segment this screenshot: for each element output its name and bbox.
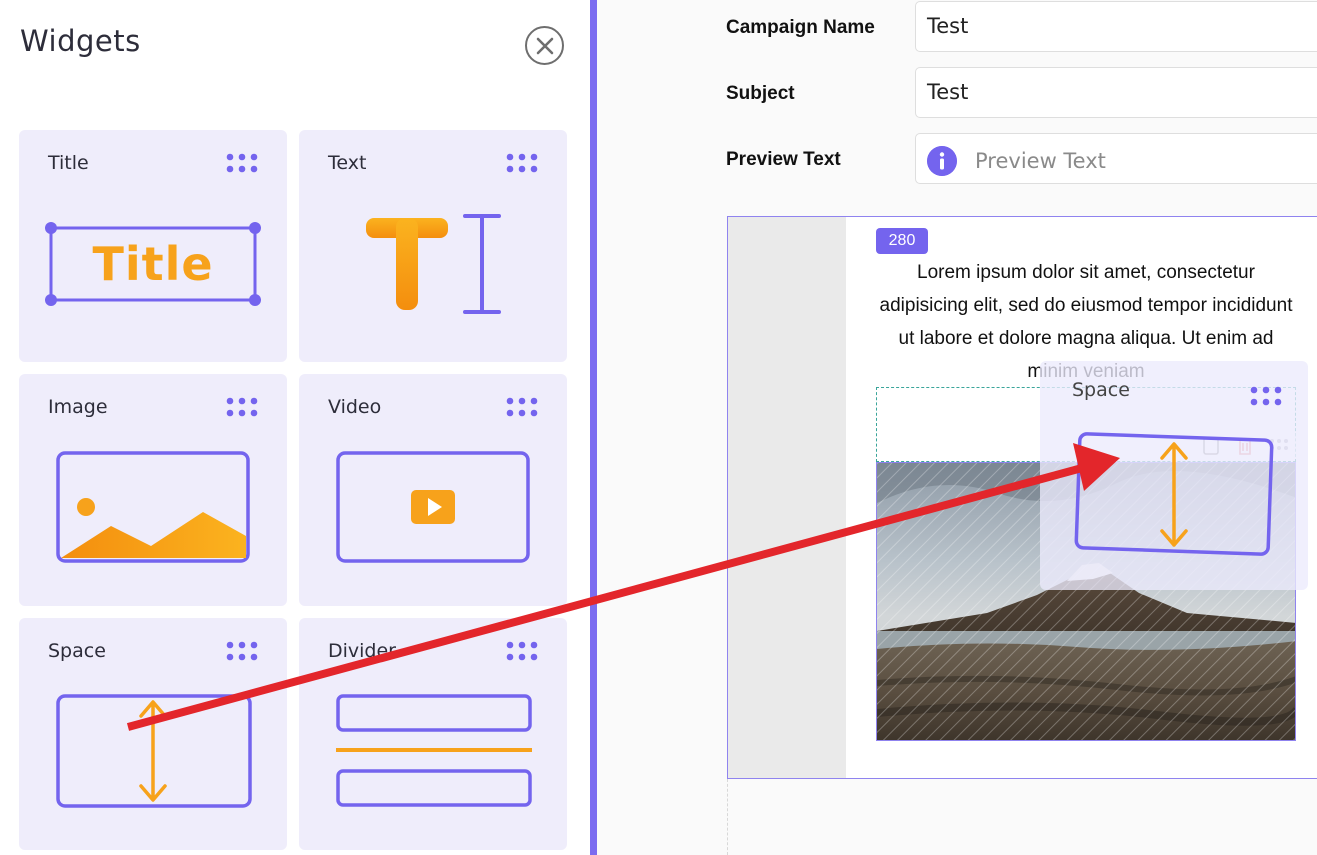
preview-text-label: Preview Text xyxy=(726,149,841,170)
preview-text-placeholder: Preview Text xyxy=(975,149,1106,173)
email-builder: Widgets Title Title Text Image Video Spa… xyxy=(0,0,1317,855)
widgets-panel: Widgets Title Title Text Image Video Spa… xyxy=(0,0,590,855)
close-panel-button[interactable] xyxy=(525,26,564,65)
panel-resize-handle[interactable] xyxy=(590,0,597,855)
space-icon xyxy=(1074,432,1274,556)
campaign-name-label: Campaign Name xyxy=(726,17,875,38)
dragging-widget-ghost: Space xyxy=(1040,361,1308,590)
widget-video[interactable]: Video xyxy=(299,374,567,606)
space-icon xyxy=(56,694,252,808)
panel-title: Widgets xyxy=(20,24,141,58)
widget-title[interactable]: Title Title xyxy=(19,130,287,362)
widget-space[interactable]: Space xyxy=(19,618,287,850)
campaign-name-input[interactable]: Test xyxy=(915,1,1317,52)
text-cursor-icon xyxy=(366,214,501,314)
title-art-text: Title xyxy=(92,237,214,291)
widget-divider[interactable]: Divider xyxy=(299,618,567,850)
subject-input[interactable]: Test xyxy=(915,67,1317,118)
close-icon xyxy=(536,37,553,54)
divider-icon xyxy=(336,694,532,807)
block-size-badge: 280 xyxy=(876,228,928,254)
canvas-below-area xyxy=(727,779,1317,855)
canvas-gutter xyxy=(728,217,846,778)
widget-image[interactable]: Image xyxy=(19,374,287,606)
subject-label: Subject xyxy=(726,83,795,104)
widget-text[interactable]: Text xyxy=(299,130,567,362)
image-icon xyxy=(56,451,250,563)
video-icon xyxy=(336,451,530,563)
info-icon[interactable] xyxy=(927,146,957,176)
